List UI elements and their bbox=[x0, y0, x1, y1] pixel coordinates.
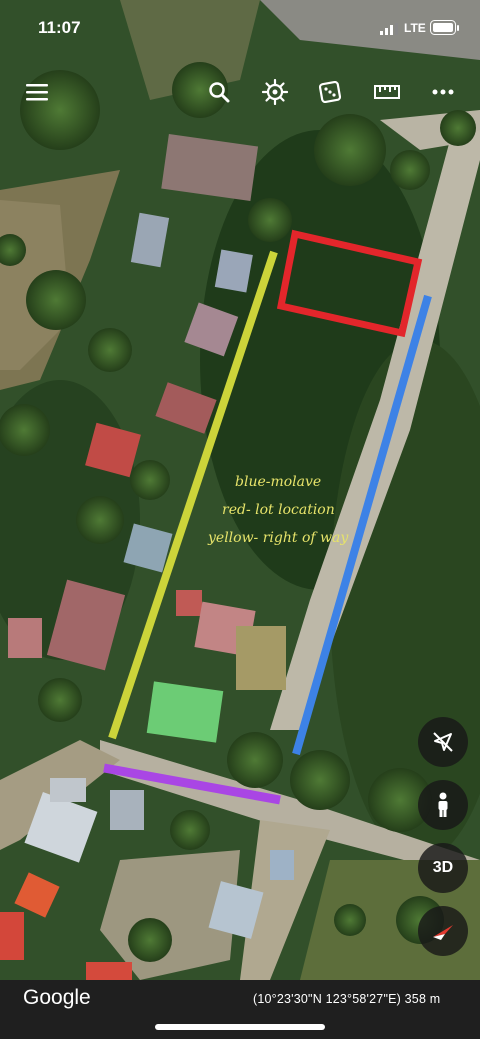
pegman-icon bbox=[438, 792, 448, 817]
measure-button[interactable] bbox=[367, 72, 407, 112]
home-indicator[interactable] bbox=[155, 1024, 325, 1030]
location-button[interactable] bbox=[418, 717, 468, 767]
more-button[interactable] bbox=[423, 72, 463, 112]
voyager-icon bbox=[262, 79, 288, 105]
compass-button[interactable] bbox=[418, 906, 468, 956]
location-off-icon bbox=[433, 732, 453, 752]
ruler-icon bbox=[374, 85, 400, 99]
status-bar: 11:07 LTE bbox=[0, 0, 480, 56]
street-view-button[interactable] bbox=[418, 780, 468, 830]
feeling-lucky-button[interactable] bbox=[310, 72, 350, 112]
satellite-map[interactable] bbox=[0, 0, 480, 1039]
voyager-button[interactable] bbox=[255, 72, 295, 112]
dice-icon bbox=[319, 81, 341, 103]
battery-icon bbox=[430, 20, 459, 35]
more-icon bbox=[432, 89, 454, 95]
3d-toggle-button[interactable]: 3D bbox=[418, 843, 468, 893]
search-button[interactable] bbox=[199, 72, 239, 112]
google-logo: Google bbox=[23, 986, 91, 1009]
note-blue-molave: blue-molave bbox=[235, 474, 322, 490]
coordinates-readout: (10°23'30"N 123°58'27"E) 358 m bbox=[253, 992, 441, 1006]
signal-bars-icon bbox=[380, 23, 398, 35]
top-toolbar bbox=[0, 72, 480, 112]
bottom-bar: Google (10°23'30"N 123°58'27"E) 358 m bbox=[0, 980, 480, 1039]
menu-icon bbox=[26, 84, 48, 101]
menu-button[interactable] bbox=[17, 72, 57, 112]
status-time: 11:07 bbox=[38, 18, 81, 37]
note-yellow-right-of-way: yellow- right of way bbox=[208, 530, 349, 546]
compass-icon bbox=[433, 925, 453, 940]
3d-label: 3D bbox=[432, 859, 454, 876]
note-red-lot: red- lot location bbox=[222, 502, 335, 518]
network-label: LTE bbox=[404, 21, 426, 35]
search-icon bbox=[209, 82, 230, 103]
